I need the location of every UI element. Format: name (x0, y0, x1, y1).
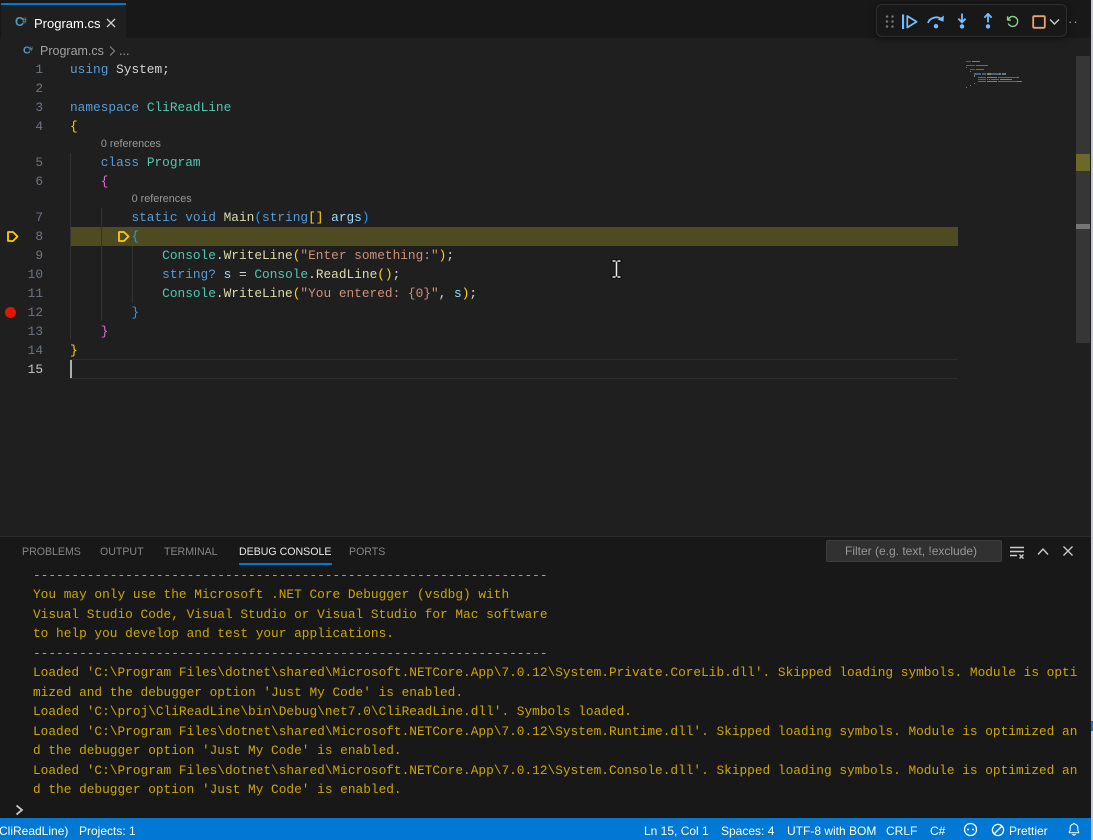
svg-text:#: # (29, 46, 33, 53)
svg-text:#: # (22, 17, 27, 26)
